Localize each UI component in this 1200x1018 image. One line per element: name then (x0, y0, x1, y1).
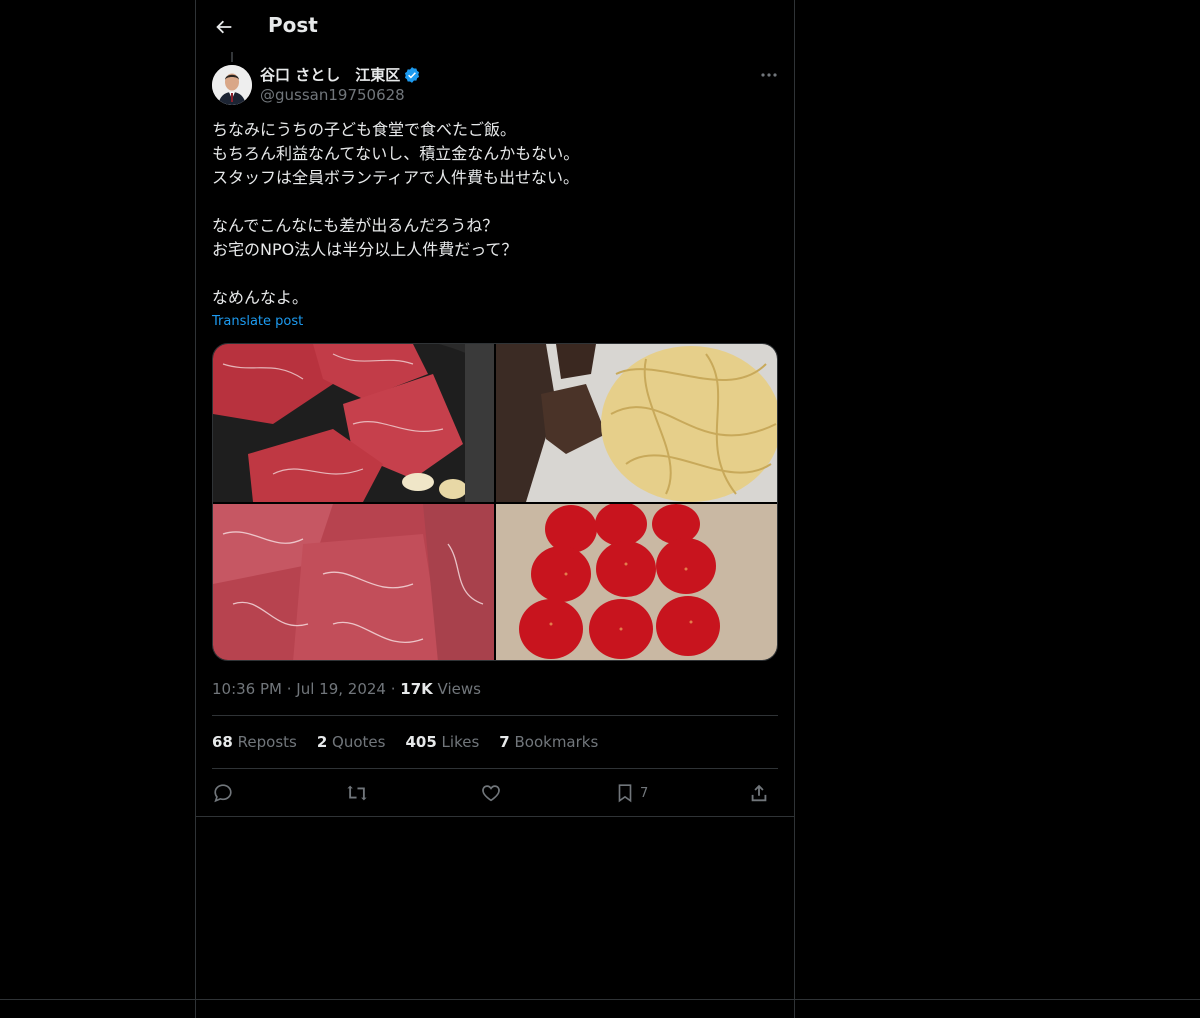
divider (212, 715, 778, 716)
author-name[interactable]: 谷口 さとし 江東区 (260, 64, 400, 85)
likes-count: 405 (405, 733, 437, 751)
reply-button[interactable] (212, 780, 234, 806)
page-bottom-border (0, 999, 1200, 1000)
reposts-label: Reposts (232, 733, 297, 751)
post-line: なめんなよ。 (212, 288, 309, 307)
post-line: お宅のNPO法人は半分以上人件費だって？ (212, 240, 518, 259)
heart-icon (482, 785, 500, 802)
reposts-stat[interactable]: 68 Reposts (212, 733, 297, 751)
verified-badge-icon (405, 66, 420, 83)
photo-strawberries[interactable] (496, 504, 777, 660)
post-date[interactable]: Jul 19, 2024 (296, 680, 386, 698)
thread-line (231, 52, 233, 62)
meta-dot: · (385, 680, 401, 698)
bookmark-count: 7 (640, 785, 649, 801)
post-bottom-border (196, 816, 794, 817)
reposts-count: 68 (212, 733, 233, 751)
share-button[interactable] (748, 780, 770, 806)
action-bar: 7 (212, 780, 778, 806)
avatar[interactable] (212, 65, 252, 105)
post-meta: 10:36 PM · Jul 19, 2024 · 17K Views (212, 680, 481, 698)
author-name-row[interactable]: 谷口 さとし 江東区 (260, 64, 421, 85)
arrow-left-icon[interactable] (213, 16, 235, 38)
post-line: なんでこんなにも差が出るんだろうね？ (212, 216, 499, 235)
repost-button[interactable] (346, 780, 368, 806)
share-icon (751, 784, 767, 802)
more-options-icon[interactable] (758, 68, 780, 82)
reply-icon (214, 784, 232, 803)
post-line: もちろん利益なんてないし、積立金なんかもない。 (212, 144, 580, 163)
header: Post (196, 0, 794, 53)
divider (212, 768, 778, 769)
primary-column: Post 谷口 さとし 江東区 @gussan19750628 ちなみにうちの子… (195, 0, 795, 1018)
quotes-count: 2 (316, 733, 328, 751)
photo-raw-wagyu-closeup[interactable] (213, 504, 494, 660)
quotes-label: Quotes (327, 733, 386, 751)
engagement-stats: 68 Reposts 2 Quotes 405 Likes 7 Bookmark… (212, 733, 618, 751)
photo-raw-wagyu-in-pan[interactable] (213, 344, 494, 502)
post-line: ちなみにうちの子ども食堂で食べたご飯。 (212, 120, 517, 139)
views-count: 17K (400, 680, 433, 698)
likes-label: Likes (436, 733, 480, 751)
translate-post-link[interactable]: Translate post (212, 314, 303, 329)
post-text: ちなみにうちの子ども食堂で食べたご飯。 もちろん利益なんてないし、積立金なんかも… (212, 118, 772, 310)
bookmark-button[interactable]: 7 (614, 780, 648, 806)
post-line (212, 190, 772, 214)
bookmarks-count: 7 (499, 733, 510, 751)
views-label: Views (432, 680, 481, 698)
bookmarks-label: Bookmarks (509, 733, 599, 751)
photo-steak-and-pasta[interactable] (496, 344, 777, 502)
repost-icon (347, 785, 367, 801)
post-line (212, 262, 772, 286)
media-grid (212, 343, 778, 661)
post-line: スタッフは全員ボランティアで人件費も出せない。 (212, 168, 580, 187)
bookmarks-stat[interactable]: 7 Bookmarks (499, 733, 598, 751)
page-title: Post (268, 13, 318, 37)
quotes-stat[interactable]: 2 Quotes (317, 733, 386, 751)
likes-stat[interactable]: 405 Likes (405, 733, 479, 751)
meta-dot: · (281, 680, 297, 698)
bookmark-icon (618, 784, 632, 803)
like-button[interactable] (480, 780, 502, 806)
author-handle[interactable]: @gussan19750628 (260, 86, 405, 104)
post-time[interactable]: 10:36 PM (212, 680, 282, 698)
